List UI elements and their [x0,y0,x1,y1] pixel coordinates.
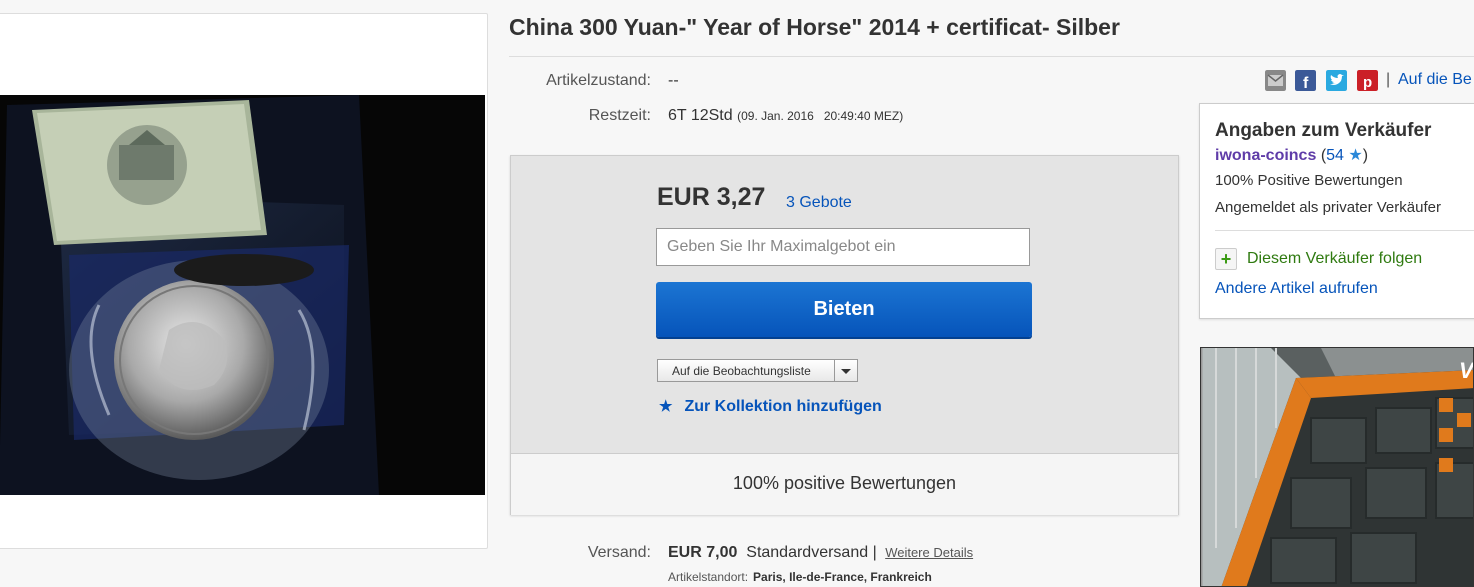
shipping-price: EUR 7,00 [668,544,738,561]
watch-link[interactable]: Auf die Be [1398,71,1472,89]
seller-score-link[interactable]: 54 [1326,147,1344,164]
chevron-down-icon[interactable] [834,360,857,381]
max-bid-input[interactable] [656,228,1030,266]
seller-name-link[interactable]: iwona-coincs [1215,147,1316,164]
star-icon: ★ [659,398,673,415]
follow-seller-link[interactable]: + Diesem Verkäufer folgen [1215,248,1422,270]
advertisement[interactable]: V [1200,347,1474,587]
auction-end-time: (09. Jan. 2016 20:49:40 MEZ) [737,109,904,123]
positive-feedback-text: 100% positive Bewertungen [732,473,957,493]
seller-divider [1215,230,1474,231]
title-divider [509,56,1474,57]
plus-icon: + [1215,248,1237,270]
shipping-label: Versand: [587,544,651,561]
bid-box-footer: 100% positive Bewertungen [511,453,1178,515]
add-to-collection-link[interactable]: ★ Zur Kollektion hinzufügen [659,397,882,416]
bid-button[interactable]: Bieten [656,282,1032,337]
svg-text:p: p [1363,74,1372,91]
product-photo[interactable] [0,95,485,495]
item-location-value: Paris, Ile-de-France, Frankreich [753,570,932,584]
twitter-icon[interactable] [1326,70,1347,91]
seller-positive-feedback: 100% Positive Bewertungen [1215,172,1403,189]
image-panel [0,13,488,549]
advertisement-image: V [1201,348,1474,586]
share-separator: | [1386,71,1391,88]
condition-value: -- [668,72,679,89]
current-price: EUR 3,27 [657,183,766,211]
add-to-collection-label: Zur Kollektion hinzufügen [684,398,882,415]
seller-score-close: ) [1362,147,1369,164]
other-items-link[interactable]: Andere Artikel aufrufen [1215,280,1378,298]
bids-count-link[interactable]: 3 Gebote [786,194,852,212]
item-location: Artikelstandort: Paris, Ile-de-France, Fr… [668,570,932,584]
seller-registration: Angemeldet als privater Verkäufer [1215,199,1441,216]
time-left-value: 6T 12Std (09. Jan. 2016 20:49:40 MEZ) [668,107,903,125]
item-title: China 300 Yuan-" Year of Horse" 2014 + c… [509,14,1120,40]
time-left-remaining: 6T 12Std [668,107,733,124]
pinterest-icon[interactable]: p [1357,70,1378,91]
shipping-value: EUR 7,00 Standardversand | Weitere Detai… [668,544,973,562]
item-location-label: Artikelstandort: [668,570,749,584]
shipping-method: Standardversand | [746,544,877,561]
condition-label: Artikelzustand: [546,72,651,89]
svg-text:f: f [1303,75,1309,91]
product-photo-image [0,95,485,495]
shipping-details-link[interactable]: Weitere Details [885,545,973,560]
svg-text:V: V [1459,358,1474,383]
follow-seller-label: Diesem Verkäufer folgen [1247,250,1423,268]
watchlist-dropdown[interactable]: Auf die Beobachtungsliste [657,359,858,382]
seller-panel: Angaben zum Verkäufer iwona-coincs (54 ★… [1199,103,1474,319]
bid-box: EUR 3,27 3 Gebote Bieten Auf die Beobach… [510,155,1179,515]
email-icon[interactable] [1265,70,1286,91]
time-left-label: Restzeit: [588,107,651,124]
facebook-icon[interactable]: f [1295,70,1316,91]
seller-identity: iwona-coincs (54 ★) [1215,145,1368,165]
watchlist-dropdown-label: Auf die Beobachtungsliste [672,364,811,378]
star-icon: ★ [1348,147,1363,164]
seller-panel-title: Angaben zum Verkäufer [1215,120,1432,141]
